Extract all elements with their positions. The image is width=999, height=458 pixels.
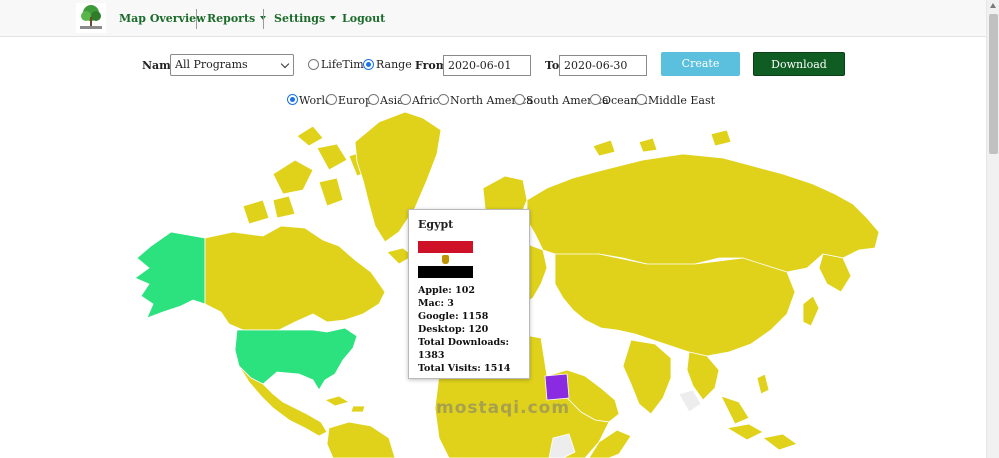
from-date-input[interactable]: 2020-06-01 bbox=[443, 55, 531, 76]
map-country-canada[interactable] bbox=[204, 225, 386, 331]
tooltip-total-downloads-value: 1383 bbox=[418, 350, 445, 361]
navbar: Map Overview Reports Settings Logout bbox=[0, 0, 986, 37]
nav-settings-label: Settings bbox=[274, 12, 326, 25]
range-radio[interactable] bbox=[363, 59, 374, 70]
to-label: To bbox=[545, 59, 560, 72]
to-date-input[interactable]: 2020-06-30 bbox=[559, 55, 647, 76]
tooltip-desktop: Desktop: 120 bbox=[418, 324, 489, 335]
download-report-button[interactable]: Download Report bbox=[753, 52, 845, 95]
tooltip-apple: Apple: 102 bbox=[418, 285, 475, 296]
nav-logout-label: Logout bbox=[342, 12, 386, 25]
region-asia[interactable]: Asia bbox=[368, 94, 404, 107]
range-label: Range bbox=[376, 58, 412, 71]
country-tooltip: Egypt Apple: 102 Mac: 3 Google: 1158 Des… bbox=[408, 209, 530, 379]
nav-reports-label: Reports bbox=[207, 12, 256, 25]
nav-settings[interactable]: Settings bbox=[274, 12, 337, 25]
region-middle-east-label: Middle East bbox=[648, 94, 716, 107]
map-country-egypt[interactable] bbox=[544, 373, 570, 401]
map-country-alaska[interactable] bbox=[134, 231, 206, 319]
nav-divider bbox=[263, 9, 264, 29]
scrollbar-thumb[interactable] bbox=[989, 14, 998, 154]
map-country-central-asia[interactable] bbox=[554, 253, 796, 357]
program-select-value: All Programs bbox=[175, 58, 248, 71]
region-oceania-radio[interactable] bbox=[590, 94, 601, 105]
map-country-far-east[interactable] bbox=[818, 253, 852, 293]
map-country-caribbean[interactable] bbox=[324, 395, 366, 413]
tooltip-total-downloads-label: Total Downloads: bbox=[418, 337, 510, 348]
region-asia-radio[interactable] bbox=[368, 94, 379, 105]
region-middle-east[interactable]: Middle East bbox=[636, 94, 715, 107]
program-select[interactable]: All Programs bbox=[170, 54, 294, 76]
nav-divider bbox=[196, 9, 197, 29]
tooltip-mac: Mac: 3 bbox=[418, 298, 454, 309]
tooltip-country-name: Egypt bbox=[418, 218, 454, 231]
region-south-america-radio[interactable] bbox=[514, 94, 525, 105]
region-africa-radio[interactable] bbox=[400, 94, 411, 105]
tooltip-google: Google: 1158 bbox=[418, 311, 489, 322]
region-middle-east-radio[interactable] bbox=[636, 94, 647, 105]
scroll-up-arrow-icon[interactable] bbox=[990, 3, 996, 8]
nav-map-overview-label: Map Overview bbox=[119, 12, 206, 25]
region-europe-radio[interactable] bbox=[326, 94, 337, 105]
logo-icon[interactable] bbox=[76, 3, 106, 33]
nav-logout[interactable]: Logout bbox=[342, 12, 385, 25]
create-report-button[interactable]: Create Report bbox=[661, 52, 740, 94]
lifetime-radio[interactable] bbox=[308, 59, 319, 70]
tooltip-total-visits: Total Visits: 1514 bbox=[418, 363, 511, 374]
map-country-arctic-islands[interactable] bbox=[242, 125, 374, 225]
map-country-japan[interactable] bbox=[802, 295, 820, 327]
watermark: mostaqi.com bbox=[436, 398, 571, 418]
map-country-india[interactable] bbox=[622, 339, 672, 415]
egypt-flag-icon bbox=[418, 241, 473, 278]
nav-map-overview[interactable]: Map Overview bbox=[119, 12, 206, 25]
map-country-siberian-islands[interactable] bbox=[592, 129, 732, 157]
map-country-southeast-asia[interactable] bbox=[686, 351, 750, 425]
chevron-down-icon bbox=[280, 59, 290, 69]
page-scrollbar[interactable] bbox=[986, 0, 999, 458]
caret-down-icon bbox=[330, 16, 337, 20]
map-country-south-america[interactable] bbox=[326, 421, 396, 458]
region-world-radio[interactable] bbox=[287, 94, 298, 105]
region-north-america-radio[interactable] bbox=[438, 94, 449, 105]
nav-reports[interactable]: Reports bbox=[207, 12, 267, 25]
